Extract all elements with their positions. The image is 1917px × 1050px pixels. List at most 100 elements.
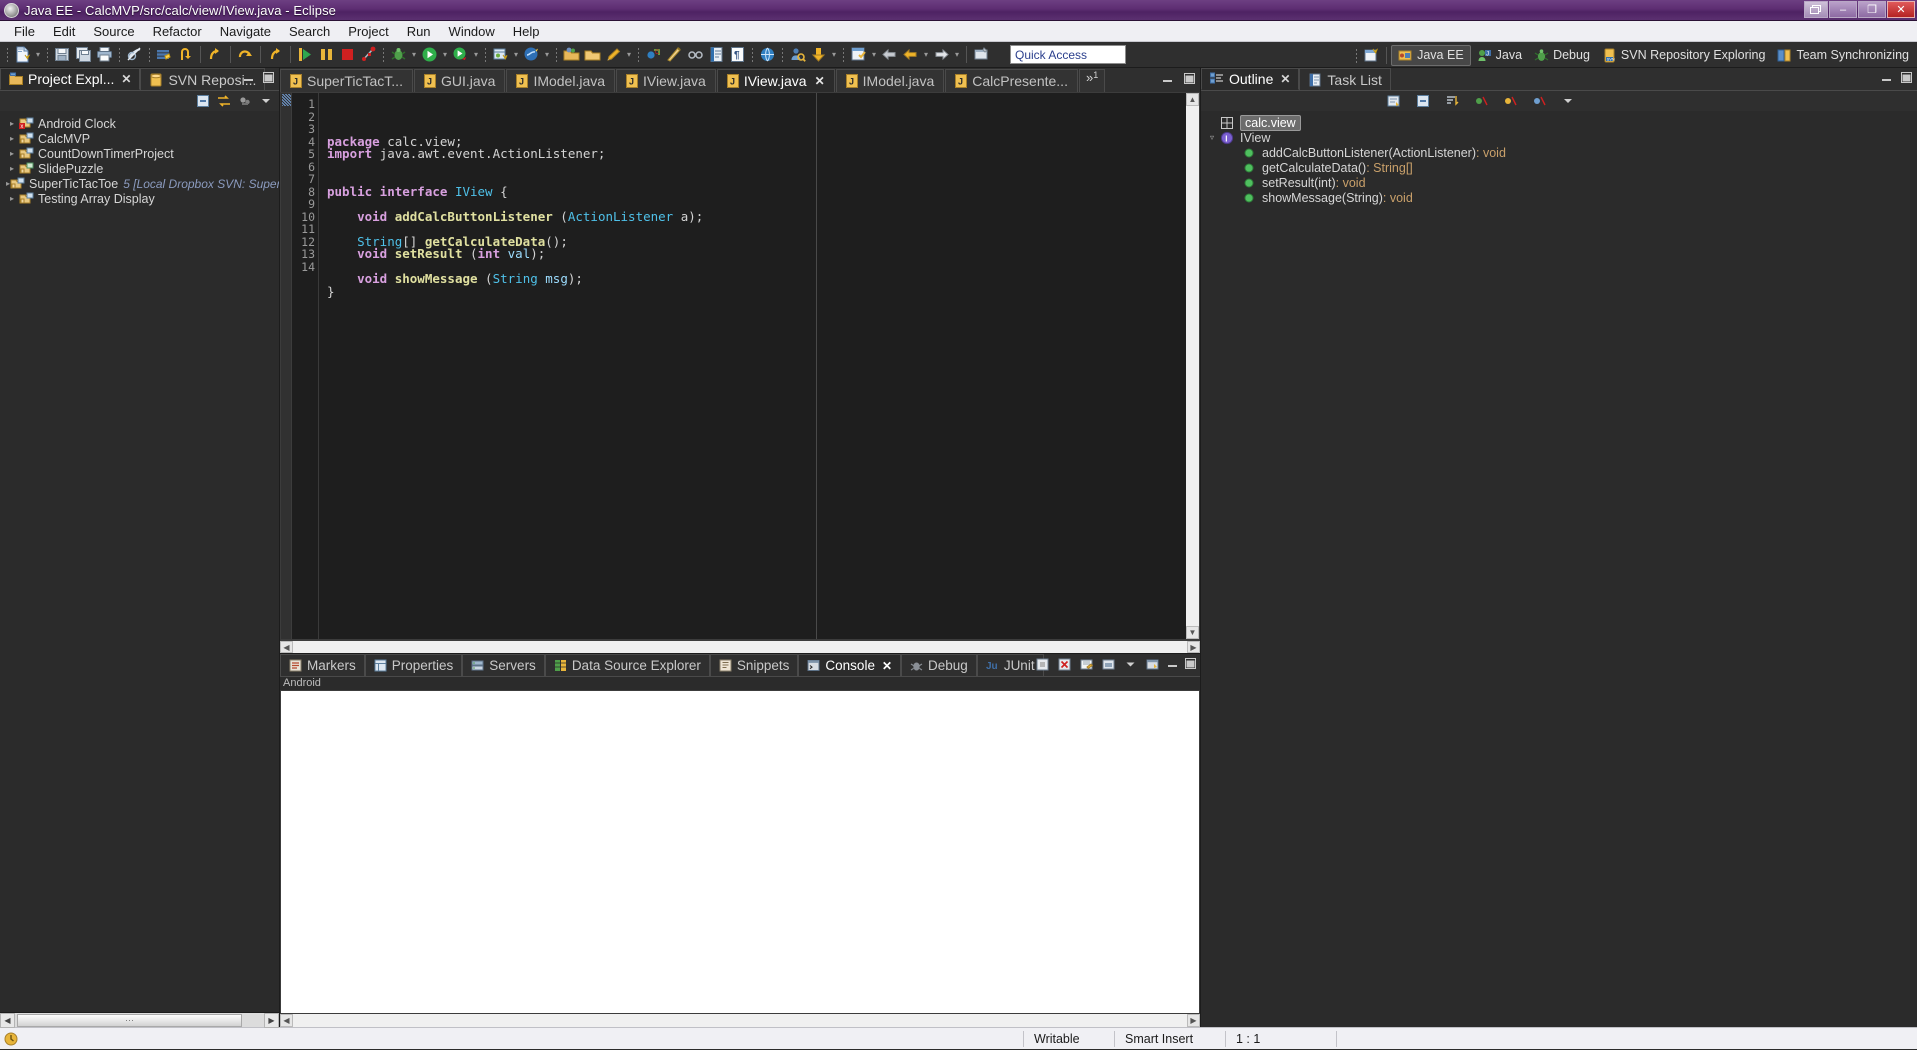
menu-refactor[interactable]: Refactor xyxy=(144,23,211,40)
console-horizontal-scrollbar[interactable]: ◀ ▶ xyxy=(280,1014,1200,1027)
save-disk-icon[interactable] xyxy=(52,44,73,65)
tab-snippets[interactable]: Snippets xyxy=(709,654,799,676)
editor-tab-iview-1[interactable]: J IView.java xyxy=(616,69,716,92)
view-menu-icon[interactable] xyxy=(237,94,252,109)
perspective-java[interactable]: J Java xyxy=(1471,45,1528,66)
perspective-svn-repository-exploring[interactable]: SVN SVN Repository Exploring xyxy=(1596,45,1772,66)
paragraph-icon[interactable]: ¶ xyxy=(727,44,748,65)
tab-junit[interactable]: Ju JUnit xyxy=(976,654,1044,676)
console-menu-chevron-icon[interactable] xyxy=(1123,657,1138,672)
vscroll-up-arrow[interactable]: ▲ xyxy=(1186,93,1199,106)
menu-window[interactable]: Window xyxy=(440,23,504,40)
perspective-java-ee[interactable]: Java EE xyxy=(1391,44,1471,66)
left-arrow-icon[interactable] xyxy=(900,44,921,65)
tab-properties[interactable]: Properties xyxy=(364,654,463,676)
console-maximize[interactable] xyxy=(1185,656,1196,673)
package-icon[interactable] xyxy=(154,44,175,65)
tab-task-list[interactable]: Task List xyxy=(1299,68,1391,90)
open-type-icon[interactable] xyxy=(561,44,582,65)
console-minimize[interactable] xyxy=(1167,656,1178,673)
terminate-console-icon[interactable] xyxy=(1035,657,1050,672)
run-external-dropdown-icon[interactable]: ▾ xyxy=(471,45,481,65)
resume-icon[interactable] xyxy=(295,44,316,65)
hscroll-left-arrow[interactable]: ◀ xyxy=(0,1012,15,1028)
tab-markers[interactable]: Markers xyxy=(280,654,365,676)
perspective-team-synchronizing[interactable]: Team Synchronizing xyxy=(1771,45,1915,66)
save-all-icon[interactable] xyxy=(73,44,94,65)
open-perspective-button[interactable] xyxy=(1361,45,1382,66)
debug-bug-icon[interactable] xyxy=(388,44,409,65)
tree-expand-arrow-icon[interactable]: ▸ xyxy=(6,164,18,173)
download-dropdown-icon[interactable]: ▾ xyxy=(829,45,839,65)
editor-tab-imodel-1[interactable]: J IModel.java xyxy=(506,69,616,92)
menu-navigate[interactable]: Navigate xyxy=(211,23,280,40)
window-maximize-button[interactable]: ❐ xyxy=(1858,1,1886,18)
annotation-dropdown-icon[interactable]: ▾ xyxy=(624,45,634,65)
new-class-icon[interactable] xyxy=(582,44,603,65)
outline-collapse-arrow-icon[interactable]: ▿ xyxy=(1205,133,1219,142)
tree-expand-arrow-icon[interactable]: ▸ xyxy=(6,194,18,203)
window-minimize-button[interactable]: – xyxy=(1829,1,1857,18)
tab-project-explorer[interactable]: Project Expl... ✕ xyxy=(0,68,141,90)
undo-arrow-icon[interactable] xyxy=(235,44,256,65)
debug-dropdown-icon[interactable]: ▾ xyxy=(409,45,419,65)
quick-access-box[interactable] xyxy=(1010,45,1126,64)
task-icon[interactable] xyxy=(706,44,727,65)
scroll-lock-icon[interactable] xyxy=(1101,657,1116,672)
editor-minimize[interactable] xyxy=(1161,72,1174,85)
tab-debug[interactable]: Debug xyxy=(901,654,977,676)
project-explorer-maximize[interactable] xyxy=(262,71,275,84)
editor-horizontal-scrollbar[interactable]: ◀ ▶ xyxy=(280,640,1200,653)
android-dropdown-icon[interactable]: ▾ xyxy=(511,45,521,65)
window-close-button[interactable]: ✕ xyxy=(1887,1,1915,18)
collapse-all-icon[interactable] xyxy=(1415,94,1430,109)
editor-tab-imodel-2[interactable]: J IModel.java xyxy=(835,69,945,92)
tree-item-testing-array-display[interactable]: ▸ Testing Array Display xyxy=(0,191,279,206)
console-hscroll-right-arrow[interactable]: ▶ xyxy=(1187,1014,1200,1027)
editor-tab-calcpresenter[interactable]: J CalcPresente... xyxy=(945,69,1078,92)
code-editor[interactable]: 1 2 3 4 5 6 7 8 9 10 11 12 13 14 package… xyxy=(280,92,1200,640)
tab-servers[interactable]: Servers xyxy=(462,654,545,676)
back-arrow-icon[interactable] xyxy=(879,44,900,65)
editor-tab-close-button[interactable]: ✕ xyxy=(815,74,825,88)
tab-outline-close[interactable]: ✕ xyxy=(1280,72,1290,86)
new-document-dropdown-icon[interactable]: ▾ xyxy=(33,45,43,65)
hide-non-public-icon[interactable] xyxy=(1531,94,1546,109)
editor-tab-supertictactoe[interactable]: J SuperTicTacT... xyxy=(280,69,413,92)
tree-expand-arrow-icon[interactable]: ▸ xyxy=(6,149,18,158)
project-explorer-minimize[interactable] xyxy=(242,71,255,84)
console-output-area[interactable] xyxy=(280,690,1200,1014)
person-search-icon[interactable] xyxy=(787,44,808,65)
outline-item-package[interactable]: calc.view xyxy=(1201,114,1917,131)
open-perspective-icon[interactable] xyxy=(848,44,869,65)
tab-project-explorer-close[interactable]: ✕ xyxy=(121,72,131,86)
toolbar-drag-handle[interactable] xyxy=(6,47,9,62)
menu-file[interactable]: File xyxy=(5,23,44,40)
terminate-icon[interactable] xyxy=(337,44,358,65)
run-external-icon[interactable] xyxy=(450,44,471,65)
sort-icon[interactable] xyxy=(1444,94,1459,109)
search-spectacles-icon[interactable] xyxy=(685,44,706,65)
redo-arrow-icon[interactable] xyxy=(265,44,286,65)
link-with-editor-icon[interactable] xyxy=(216,94,231,109)
focus-on-active-task-icon[interactable] xyxy=(1386,94,1401,109)
menu-help[interactable]: Help xyxy=(504,23,549,40)
menu-project[interactable]: Project xyxy=(339,23,397,40)
editor-hscroll-right-arrow[interactable]: ▶ xyxy=(1187,641,1200,653)
pencil-icon[interactable] xyxy=(603,44,624,65)
forward-arrow-icon[interactable] xyxy=(931,44,952,65)
download-arrow-icon[interactable] xyxy=(808,44,829,65)
printer-icon[interactable] xyxy=(94,44,115,65)
pin-editor-icon[interactable] xyxy=(971,44,992,65)
tree-item-supertictactoe[interactable]: ▸ SuperTicTacToe 5 [Local Dropbox SVN: S… xyxy=(0,176,279,191)
editor-vertical-scrollbar[interactable]: ▲ ▼ xyxy=(1186,93,1199,639)
tab-outline[interactable]: Outline ✕ xyxy=(1201,68,1300,90)
outline-maximize[interactable] xyxy=(1900,71,1913,84)
previous-edit-icon[interactable] xyxy=(205,44,226,65)
open-console-icon[interactable] xyxy=(1145,657,1160,672)
mark-occurrences-icon[interactable] xyxy=(124,44,145,65)
outline-item-setresult[interactable]: setResult(int) : void xyxy=(1201,175,1917,190)
new-document-icon[interactable] xyxy=(12,44,33,65)
menu-source[interactable]: Source xyxy=(84,23,143,40)
outline-tree[interactable]: calc.view ▿ I IView addCalcButtonListene… xyxy=(1201,111,1917,1027)
